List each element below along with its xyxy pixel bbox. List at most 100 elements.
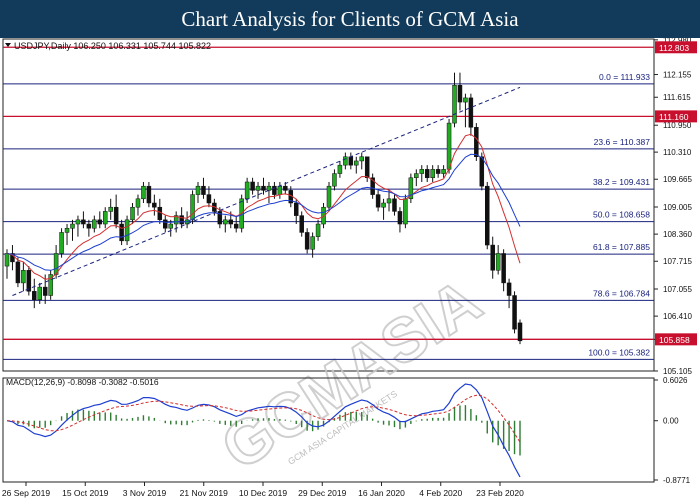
candle-body bbox=[113, 206, 119, 225]
y-tick-label: 111.615 bbox=[663, 93, 691, 102]
candle-body bbox=[119, 223, 124, 242]
candle-body bbox=[124, 219, 130, 242]
candle-body bbox=[70, 223, 75, 229]
candle-body bbox=[517, 322, 523, 342]
candle-body bbox=[179, 215, 184, 225]
candle-body bbox=[468, 97, 474, 128]
candle-body bbox=[332, 173, 337, 187]
candle-body bbox=[463, 97, 468, 103]
y-tick-label: 110.950 bbox=[663, 121, 692, 130]
x-tick-label: 16 Jan 2020 bbox=[358, 488, 405, 498]
y-tick-label: 112.155 bbox=[663, 71, 692, 80]
candle-body bbox=[266, 185, 272, 191]
candle-body bbox=[86, 223, 92, 229]
candle-body bbox=[250, 181, 255, 191]
x-tick-label: 4 Feb 2020 bbox=[419, 488, 462, 498]
candle-body bbox=[386, 198, 392, 204]
y-tick-label: 108.360 bbox=[663, 230, 692, 239]
candle-body bbox=[495, 253, 501, 271]
candle-body bbox=[452, 85, 457, 124]
candle-body bbox=[501, 253, 506, 284]
candle-body bbox=[168, 223, 173, 229]
candle-body bbox=[102, 211, 108, 225]
candle-body bbox=[441, 169, 446, 174]
candle-body bbox=[293, 202, 299, 216]
candle-body bbox=[130, 206, 135, 221]
macd-label: MACD(12,26,9) -0.8098 -0.3082 -0.5016 bbox=[6, 377, 159, 387]
candle-body bbox=[32, 291, 37, 300]
candle-body bbox=[190, 194, 195, 221]
x-tick-label: 10 Dec 2019 bbox=[239, 488, 287, 498]
candle-body bbox=[272, 185, 277, 195]
candle-body bbox=[141, 185, 146, 200]
y-tick-label: 109.665 bbox=[663, 175, 692, 184]
candle-body bbox=[4, 253, 10, 267]
candle-body bbox=[152, 202, 157, 208]
page-title: Chart Analysis for Clients of GCM Asia bbox=[0, 0, 700, 38]
candle-body bbox=[310, 236, 315, 250]
candle-body bbox=[26, 270, 32, 292]
candle-body bbox=[343, 156, 348, 166]
fib-label: 100.0 = 105.382 bbox=[588, 347, 650, 357]
fib-label: 61.8 = 107.885 bbox=[593, 242, 650, 252]
candle-body bbox=[479, 156, 485, 187]
price-marker-label: 112.803 bbox=[659, 43, 689, 53]
macd-y-tick-label: -0.8771 bbox=[663, 476, 691, 485]
candle-body bbox=[299, 215, 304, 233]
y-tick-label: 107.715 bbox=[663, 257, 692, 266]
macd-y-tick-label: 0.00 bbox=[663, 417, 679, 426]
candle-body bbox=[37, 286, 42, 300]
x-tick-label: 3 Nov 2019 bbox=[123, 488, 167, 498]
candle-body bbox=[244, 181, 250, 200]
candle-body bbox=[206, 194, 212, 204]
price-marker-label: 105.858 bbox=[659, 335, 690, 345]
usdjpy-chart: 112.980112.155111.615110.950110.310109.6… bbox=[0, 38, 700, 500]
candle-body bbox=[15, 261, 21, 284]
candle-body bbox=[223, 219, 228, 225]
candle-body bbox=[364, 156, 370, 179]
candle-body bbox=[430, 169, 435, 179]
candle-body bbox=[146, 185, 152, 204]
candle-body bbox=[228, 219, 234, 225]
candle-body bbox=[81, 219, 86, 225]
fib-label: 0.0 = 111.933 bbox=[599, 72, 650, 82]
candle-body bbox=[506, 282, 512, 296]
candle-body bbox=[64, 227, 70, 233]
y-tick-label: 110.310 bbox=[663, 148, 692, 157]
candle-body bbox=[163, 219, 168, 229]
candle-body bbox=[474, 127, 479, 157]
x-tick-label: 15 Oct 2019 bbox=[62, 488, 109, 498]
chart-background bbox=[0, 38, 700, 500]
candle-body bbox=[348, 156, 354, 166]
fib-label: 50.0 = 108.658 bbox=[593, 210, 650, 220]
candle-body bbox=[283, 185, 288, 191]
candle-body bbox=[381, 202, 386, 208]
candle-body bbox=[92, 219, 97, 229]
y-tick-label: 106.410 bbox=[663, 312, 692, 321]
candle-body bbox=[337, 164, 343, 174]
fib-label: 78.6 = 106.784 bbox=[593, 288, 650, 298]
candle-body bbox=[195, 185, 201, 195]
y-tick-label: 107.055 bbox=[663, 285, 692, 294]
candle-body bbox=[485, 185, 490, 246]
candle-body bbox=[424, 169, 430, 179]
candle-body bbox=[277, 185, 283, 195]
candle-body bbox=[375, 194, 381, 208]
candle-body bbox=[315, 223, 321, 237]
candle-body bbox=[255, 185, 261, 191]
fib-label: 23.6 = 110.387 bbox=[594, 137, 651, 147]
candle-body bbox=[457, 85, 463, 103]
candle-body bbox=[392, 198, 397, 212]
candle-body bbox=[201, 185, 206, 195]
candle-body bbox=[108, 206, 113, 212]
candle-body bbox=[359, 156, 364, 162]
candle-body bbox=[397, 211, 403, 225]
x-tick-label: 26 Sep 2019 bbox=[2, 488, 50, 498]
candle-body bbox=[59, 232, 64, 254]
candle-body bbox=[419, 169, 425, 174]
price-marker-label: 111.160 bbox=[659, 112, 689, 122]
fib-label: 38.2 = 109.431 bbox=[593, 177, 650, 187]
x-tick-label: 23 Feb 2020 bbox=[476, 488, 524, 498]
y-tick-label: 109.005 bbox=[663, 203, 692, 212]
candle-body bbox=[233, 223, 239, 229]
